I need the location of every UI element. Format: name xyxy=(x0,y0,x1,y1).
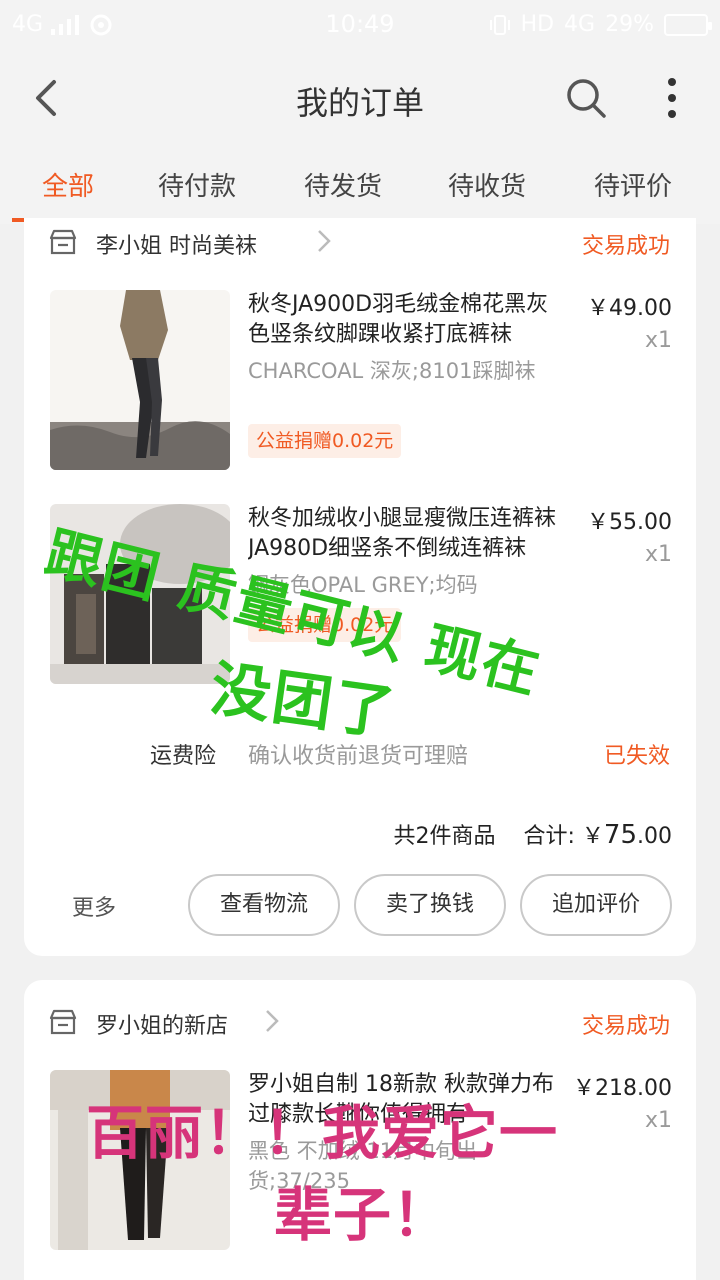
tab-pending-review[interactable]: 待评价 xyxy=(594,166,672,203)
product-qty: x1 xyxy=(644,542,672,567)
shop-name[interactable]: 李小姐 时尚美袜 xyxy=(96,228,257,260)
total-decimal: .00 xyxy=(637,824,672,849)
nav-header: 我的订单 xyxy=(0,50,720,146)
add-review-button[interactable]: 追加评价 xyxy=(520,874,672,936)
more-vertical-icon[interactable] xyxy=(660,76,684,120)
page-title: 我的订单 xyxy=(295,84,424,122)
product-price: ￥49.00 xyxy=(587,296,672,321)
search-icon[interactable] xyxy=(564,76,608,120)
order-tabs: 全部 待付款 待发货 待收货 待评价 xyxy=(0,146,720,224)
insurance-label: 运费险 xyxy=(150,744,217,769)
product-qty: x1 xyxy=(644,328,672,353)
hd-label: HD xyxy=(520,12,555,37)
product-price: ￥218.00 xyxy=(573,1076,672,1101)
product-spec: CHARCOAL 深灰;8101踩脚袜 xyxy=(248,359,536,383)
chevron-right-icon xyxy=(266,1010,279,1032)
annotation-pink-line2: 辈子！ xyxy=(274,1181,452,1249)
view-logistics-button[interactable]: 查看物流 xyxy=(188,874,340,936)
product-image[interactable] xyxy=(50,290,230,470)
product-title[interactable]: 秋冬加绒收小腿显瘦微压连裤袜 JA980D细竖条不倒绒连裤袜 xyxy=(248,504,564,564)
product-price: ￥55.00 xyxy=(587,510,672,535)
shop-icon xyxy=(49,229,77,255)
annotation-pink-line1: 百丽！！我爱它一 xyxy=(86,1099,559,1167)
battery-icon xyxy=(664,13,712,36)
status-bar: 4G 10:49 HD 4G 29% xyxy=(0,0,720,50)
status-right: HD 4G 29% xyxy=(489,12,712,37)
tab-all[interactable]: 全部 xyxy=(42,166,94,203)
shop-icon xyxy=(49,1009,77,1035)
order-total: 共2件商品 合计: ￥75.00 xyxy=(393,818,672,850)
total-currency: ￥ xyxy=(581,824,604,849)
product-title[interactable]: 秋冬JA900D羽毛绒金棉花黑灰色竖条纹脚踝收紧打底裤袜 xyxy=(248,290,564,350)
tab-pending-shipment[interactable]: 待发货 xyxy=(304,166,382,203)
insurance-status: 已失效 xyxy=(603,744,670,769)
total-amount: 75 xyxy=(603,820,637,850)
total-label: 合计: xyxy=(523,824,575,849)
resell-button[interactable]: 卖了换钱 xyxy=(354,874,506,936)
vibrate-icon xyxy=(489,14,510,35)
order-status: 交易成功 xyxy=(581,234,670,259)
item-count: 共2件商品 xyxy=(393,824,496,849)
tab-pending-payment[interactable]: 待付款 xyxy=(158,166,236,203)
shop-row[interactable]: 李小姐 时尚美袜 交易成功 xyxy=(24,218,696,268)
tab-pending-receipt[interactable]: 待收货 xyxy=(448,166,526,203)
chevron-right-icon xyxy=(318,230,331,252)
order-status: 交易成功 xyxy=(581,1014,670,1039)
shop-row[interactable]: 罗小姐的新店 交易成功 xyxy=(24,998,696,1048)
product-qty: x1 xyxy=(644,1108,672,1133)
shop-name[interactable]: 罗小姐的新店 xyxy=(96,1008,228,1040)
battery-percent: 29% xyxy=(605,12,654,37)
network-label: 4G xyxy=(564,12,596,37)
more-link[interactable]: 更多 xyxy=(72,890,116,922)
charity-badge: 公益捐赠0.02元 xyxy=(248,424,402,458)
